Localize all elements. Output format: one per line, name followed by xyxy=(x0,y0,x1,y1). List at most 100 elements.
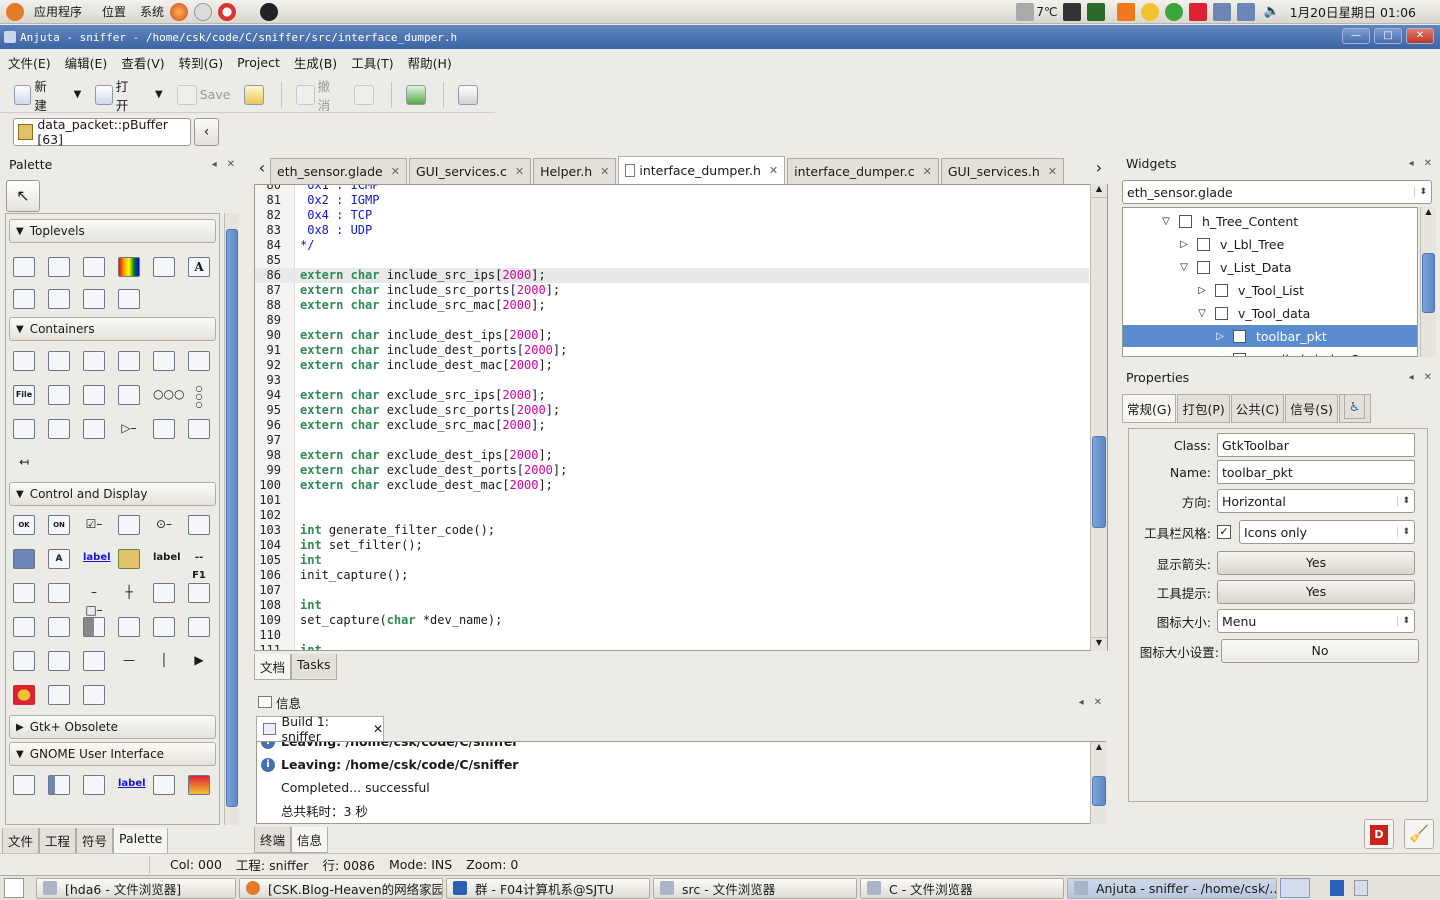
code-line[interactable]: 89 xyxy=(255,313,1089,328)
tree-node[interactable]: ▽ v_List_Data xyxy=(1123,256,1417,278)
code-line[interactable]: 98 extern char exclude_dest_ips[2000]; xyxy=(255,448,1089,463)
code-line[interactable]: 80 0x1 : ICMP xyxy=(255,185,1089,193)
font-button-icon[interactable]: A xyxy=(48,549,70,569)
expander-closed-icon[interactable]: ▷ xyxy=(1195,285,1209,296)
close-icon[interactable]: ✕ xyxy=(1048,165,1057,178)
code-line[interactable]: 90 extern char include_dest_ips[2000]; xyxy=(255,328,1089,343)
weather-icon[interactable] xyxy=(1016,2,1035,21)
color-button-icon[interactable] xyxy=(13,549,35,569)
tab-documents[interactable]: 文档 xyxy=(254,654,292,680)
message-row[interactable]: Completed... successful xyxy=(257,776,1105,799)
toolbar-widget-icon[interactable] xyxy=(48,385,70,405)
tab-document[interactable]: Helper.h ✕ xyxy=(533,158,617,184)
system-monitor-icon[interactable] xyxy=(1087,2,1106,21)
save-button[interactable]: Save xyxy=(176,84,230,105)
close-icon[interactable]: ✕ xyxy=(391,165,400,178)
code-line[interactable]: 81 0x2 : IGMP xyxy=(255,193,1089,208)
scroll-thumb[interactable] xyxy=(1092,436,1106,528)
terminal-icon[interactable] xyxy=(1063,2,1082,21)
close-icon[interactable]: ✕ xyxy=(769,164,778,177)
code-line[interactable]: 88 extern char include_src_mac[2000]; xyxy=(255,298,1089,313)
file-chooser-button-icon[interactable] xyxy=(188,515,210,535)
dock-icon[interactable]: ◂ xyxy=(1409,158,1414,169)
notebook-icon[interactable] xyxy=(118,351,140,371)
undo-button[interactable]: 撤消 xyxy=(296,76,340,114)
link-button-icon[interactable]: label xyxy=(83,549,111,569)
drawing-area-icon[interactable] xyxy=(13,685,35,705)
messages-scrollbar[interactable]: ▲ xyxy=(1090,742,1107,824)
checkbox[interactable]: ✓ xyxy=(1217,525,1231,539)
code-line[interactable]: 101 xyxy=(255,493,1089,508)
tab-document[interactable]: interface_dumper.c ✕ xyxy=(787,158,939,184)
frame-icon[interactable] xyxy=(153,351,175,371)
tab-signals[interactable]: 信号(S) xyxy=(1285,394,1338,423)
save-all-button[interactable] xyxy=(244,84,267,105)
tree-node[interactable]: ▽ v_Tool_data xyxy=(1123,302,1417,324)
show-desktop-icon[interactable] xyxy=(4,878,24,898)
code-line[interactable]: 82 0x4 : TCP xyxy=(255,208,1089,223)
close-icon[interactable]: ✕ xyxy=(227,159,235,170)
menu-tools[interactable]: 工具(T) xyxy=(351,53,393,72)
scroll-thumb[interactable] xyxy=(1422,253,1435,313)
menu-view[interactable]: 查看(V) xyxy=(121,53,164,72)
menu-project[interactable]: Project xyxy=(237,55,280,70)
message-row[interactable]: 总共耗时：3 秒 xyxy=(257,799,1105,822)
expander-open-icon[interactable]: ▽ xyxy=(1159,216,1173,227)
switch-button[interactable] xyxy=(406,84,429,105)
code-line[interactable]: 86 extern char include_src_ips[2000]; xyxy=(255,268,1089,283)
alignment-icon[interactable] xyxy=(153,419,175,439)
symbol-combo[interactable]: data_packet::pBuffer [63] xyxy=(13,117,191,147)
close-icon[interactable]: ✕ xyxy=(1424,158,1432,169)
window-widget-icon[interactable] xyxy=(13,257,35,277)
close-icon[interactable]: ✕ xyxy=(1094,697,1102,708)
group-toplevels[interactable]: ▼ Toplevels xyxy=(9,219,216,243)
workspace-2[interactable] xyxy=(1330,880,1344,896)
gnome-app-icon[interactable] xyxy=(13,775,35,795)
message-row[interactable]: i Leaving: /home/csk/code/C/sniffer xyxy=(257,753,1105,776)
task-item[interactable]: [CSK.Blog-Heaven的网络家园... xyxy=(239,877,443,899)
code-line[interactable]: 96 extern char exclude_src_mac[2000]; xyxy=(255,418,1089,433)
icon-view-icon[interactable] xyxy=(153,617,175,637)
expander-closed-icon[interactable]: ▷ xyxy=(1213,354,1227,357)
tree-node[interactable]: ▷ v_Lbl_Tree xyxy=(1123,233,1417,255)
tree-node[interactable]: ▷ v_Tool_List xyxy=(1123,279,1417,301)
expander-open-icon[interactable]: ▽ xyxy=(1177,262,1191,273)
font-dialog-icon[interactable]: A xyxy=(188,257,210,277)
tree-view-icon[interactable] xyxy=(118,617,140,637)
code-line[interactable]: 109 set_capture(char *dev_name); xyxy=(255,613,1089,628)
code-line[interactable]: 94 extern char exclude_src_ips[2000]; xyxy=(255,388,1089,403)
menu-edit[interactable]: 编辑(E) xyxy=(65,53,108,72)
code-line[interactable]: 97 xyxy=(255,433,1089,448)
code-line[interactable]: 105 int xyxy=(255,553,1089,568)
close-button[interactable]: ✕ xyxy=(1406,28,1434,44)
ruler-icon[interactable] xyxy=(83,651,105,671)
tab-project[interactable]: 工程 xyxy=(39,828,77,854)
code-line[interactable]: 85 xyxy=(255,253,1089,268)
hseparator-icon[interactable]: — xyxy=(118,651,140,671)
code-line[interactable]: 84 */ xyxy=(255,238,1089,253)
window-titlebar[interactable]: Anjuta - sniffer - /home/csk/code/C/snif… xyxy=(0,25,1440,49)
color-dialog-icon[interactable] xyxy=(118,257,140,277)
tab-general[interactable]: 常规(G) xyxy=(1122,394,1177,423)
hpaned-icon[interactable] xyxy=(83,385,105,405)
sun-icon[interactable] xyxy=(1141,2,1160,21)
accel-label-icon[interactable]: -- F1 xyxy=(188,549,210,581)
task-item[interactable]: 群 - F04计算机系@SJTU xyxy=(446,877,650,899)
status-green-icon[interactable] xyxy=(1165,2,1184,21)
calendar-icon[interactable] xyxy=(48,651,70,671)
entry-widget-icon[interactable] xyxy=(13,583,35,603)
group-gnome-ui[interactable]: ▼ GNOME User Interface xyxy=(9,742,216,766)
code-line[interactable]: 108 int xyxy=(255,598,1089,613)
close-icon[interactable]: ✕ xyxy=(600,165,609,178)
file-chooser-dialog-icon[interactable] xyxy=(153,257,175,277)
tab-palette[interactable]: Palette xyxy=(113,828,169,854)
devhelp-button[interactable]: D xyxy=(1364,819,1394,849)
tree-node[interactable]: ▷ toolbar_pkt xyxy=(1123,325,1417,347)
clear-button[interactable]: 🧹 xyxy=(1404,819,1434,849)
menu-file[interactable]: 文件(E) xyxy=(8,53,51,72)
code-line[interactable]: 104 int set_filter(); xyxy=(255,538,1089,553)
code-line[interactable]: 83 0x8 : UDP xyxy=(255,223,1089,238)
hscale-icon[interactable]: –□– xyxy=(83,583,105,617)
vbox-icon[interactable] xyxy=(48,351,70,371)
trash-icon[interactable] xyxy=(1354,880,1368,896)
